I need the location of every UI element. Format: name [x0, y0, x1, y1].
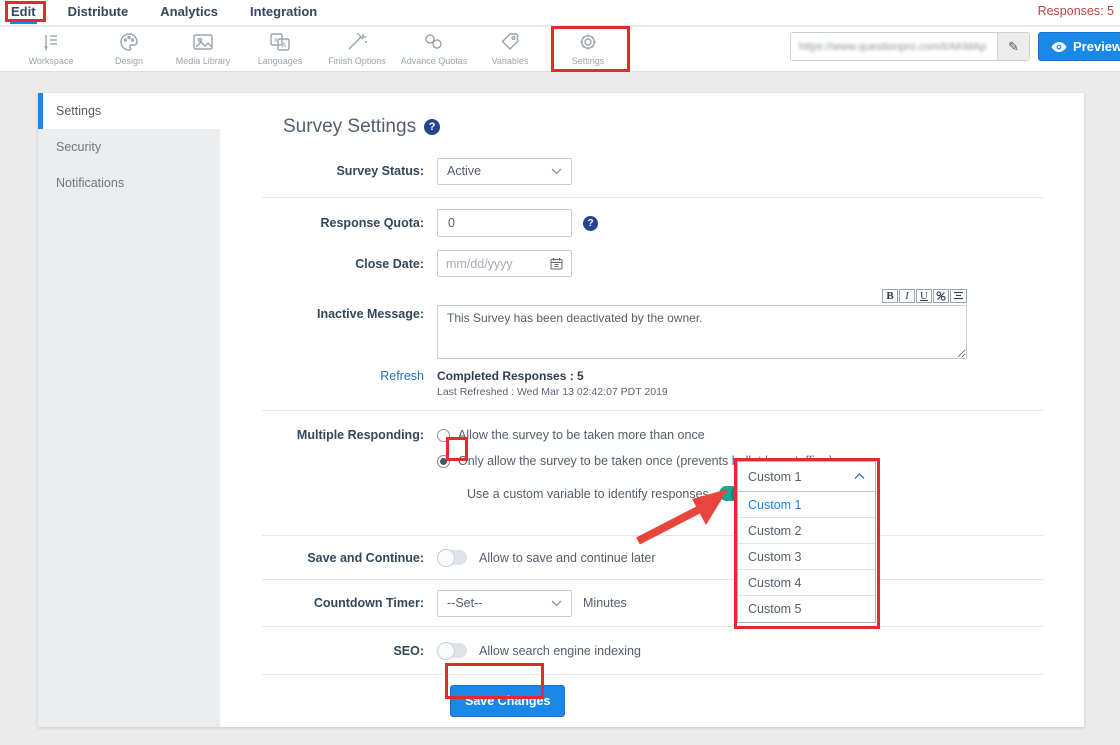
sidebar-item-settings[interactable]: Settings	[38, 93, 220, 129]
completed-responses-text: Completed Responses : 5	[437, 369, 1044, 383]
nav-item-integration[interactable]: Integration	[249, 1, 318, 24]
align-icon[interactable]	[950, 289, 967, 303]
close-date-input[interactable]	[446, 257, 536, 271]
survey-url-text: https://www.questionpro.com/t/AKMAp	[791, 41, 997, 53]
custom-variable-dropdown-list: Custom 1 Custom 2 Custom 3 Custom 4 Cust…	[737, 492, 876, 623]
underline-button[interactable]: U	[916, 289, 932, 303]
survey-url-field[interactable]: https://www.questionpro.com/t/AKMAp ✎	[790, 32, 1030, 61]
italic-button[interactable]: I	[899, 289, 915, 303]
countdown-timer-label: Countdown Timer:	[262, 596, 437, 610]
help-icon[interactable]: ?	[424, 119, 440, 135]
seo-label: SEO:	[262, 644, 437, 658]
radio-unselected-icon[interactable]	[437, 429, 450, 442]
link-icon[interactable]	[933, 289, 949, 303]
survey-status-label: Survey Status:	[262, 164, 437, 178]
settings-content: Survey Settings ? Survey Status: Active	[220, 93, 1084, 727]
save-continue-text: Allow to save and continue later	[479, 551, 656, 565]
response-quota-label: Response Quota:	[262, 216, 437, 230]
radio-selected-icon[interactable]	[437, 455, 450, 468]
edit-url-icon[interactable]: ✎	[997, 33, 1029, 60]
toolbar-item-settings[interactable]: Settings	[543, 30, 633, 66]
dropdown-option-custom-3[interactable]: Custom 3	[738, 544, 875, 570]
nav-item-distribute[interactable]: Distribute	[67, 1, 130, 24]
settings-sidebar: Settings Security Notifications	[38, 93, 220, 727]
chevron-down-icon	[551, 600, 562, 607]
languages-icon: xA	[268, 30, 292, 54]
custom-variable-dropdown: Custom 1 Custom 1 Custom 2 Custom 3 Cust…	[737, 461, 876, 623]
inactive-message-textarea[interactable]: This Survey has been deactivated by the …	[437, 305, 967, 359]
survey-settings-form: Survey Status: Active Response Quota:	[262, 145, 1044, 717]
edit-toolbar: Workspace Design Media Library xA Langua…	[0, 27, 1120, 72]
dropdown-option-custom-4[interactable]: Custom 4	[738, 570, 875, 596]
settings-panel: Settings Security Notifications Survey S…	[38, 93, 1084, 727]
custom-variable-dropdown-header[interactable]: Custom 1	[737, 461, 876, 492]
preview-button[interactable]: Preview	[1038, 32, 1120, 61]
custom-variable-label: Use a custom variable to identify respon…	[467, 487, 709, 501]
survey-status-select[interactable]: Active	[437, 158, 572, 185]
multiple-responding-label: Multiple Responding:	[262, 422, 437, 501]
countdown-timer-select[interactable]: --Set--	[437, 590, 572, 617]
nav-item-analytics[interactable]: Analytics	[159, 1, 219, 24]
dropdown-option-custom-2[interactable]: Custom 2	[738, 518, 875, 544]
responses-count: Responses: 5	[1038, 4, 1114, 18]
seo-toggle[interactable]	[437, 643, 467, 658]
seo-text: Allow search engine indexing	[479, 644, 641, 658]
close-date-field[interactable]	[437, 250, 572, 277]
advance-quotas-icon	[422, 30, 446, 54]
calendar-icon[interactable]	[550, 257, 563, 270]
sidebar-item-security[interactable]: Security	[38, 129, 220, 165]
quota-help-icon[interactable]: ?	[583, 216, 598, 231]
bold-button[interactable]: B	[882, 289, 898, 303]
eye-icon	[1051, 41, 1067, 53]
nav-menu: Edit Distribute Analytics Integration	[0, 1, 318, 24]
finish-options-icon	[345, 30, 369, 54]
design-icon	[118, 30, 140, 54]
top-nav: Edit Distribute Analytics Integration Re…	[0, 0, 1120, 26]
inactive-message-label: Inactive Message:	[262, 289, 437, 362]
media-library-icon	[191, 30, 215, 54]
refresh-link[interactable]: Refresh	[262, 369, 437, 398]
last-refreshed-text: Last Refreshed : Wed Mar 13 02:42:07 PDT…	[437, 386, 1044, 398]
toolbar-item-variables[interactable]: Variables	[465, 30, 555, 66]
workspace-icon	[40, 30, 62, 54]
minutes-text: Minutes	[583, 596, 627, 610]
sidebar-item-notifications[interactable]: Notifications	[38, 165, 220, 201]
svg-text:x: x	[274, 37, 278, 44]
page-title: Survey Settings	[283, 116, 416, 138]
nav-item-edit[interactable]: Edit	[10, 1, 37, 24]
dropdown-option-custom-1[interactable]: Custom 1	[738, 492, 875, 518]
save-continue-toggle[interactable]	[437, 550, 467, 565]
chevron-up-icon	[854, 473, 865, 480]
rich-text-toolbar: B I U	[437, 289, 967, 303]
response-quota-input[interactable]	[437, 209, 572, 237]
radio-option-more-than-once[interactable]: Allow the survey to be taken more than o…	[437, 422, 1044, 448]
toolbar-item-workspace[interactable]: Workspace	[6, 30, 96, 66]
save-changes-button[interactable]: Save Changes	[450, 685, 565, 717]
save-continue-label: Save and Continue:	[262, 551, 437, 565]
variables-icon	[498, 30, 522, 54]
dropdown-option-custom-5[interactable]: Custom 5	[738, 596, 875, 622]
svg-text:A: A	[282, 43, 287, 50]
chevron-down-icon	[551, 168, 562, 175]
settings-icon	[577, 30, 599, 54]
close-date-label: Close Date:	[262, 257, 437, 271]
